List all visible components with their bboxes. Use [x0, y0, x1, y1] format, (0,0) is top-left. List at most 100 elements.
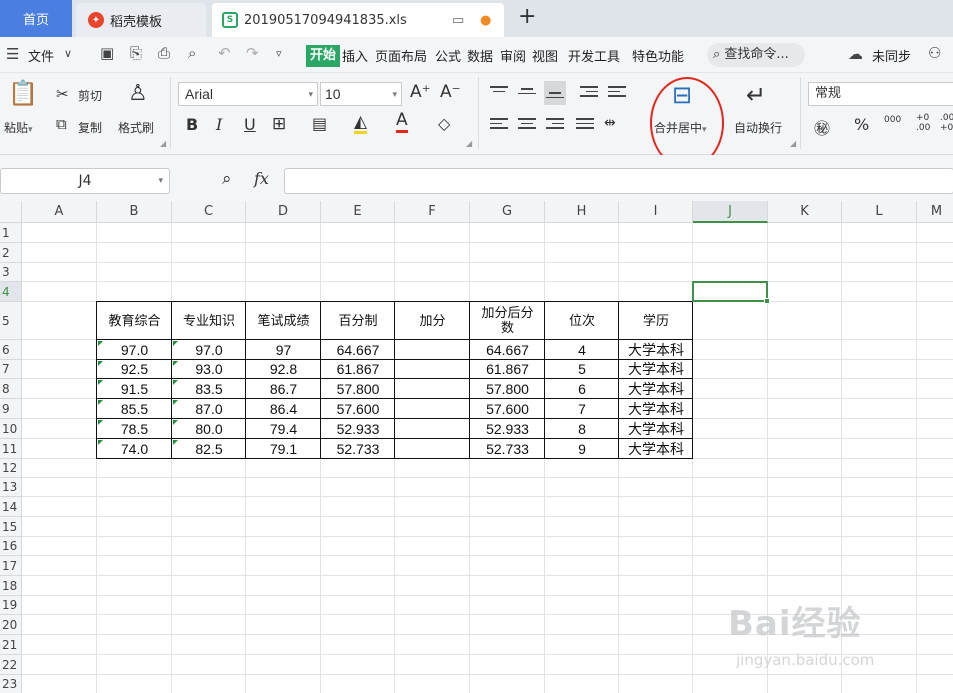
fill-handle[interactable] [764, 298, 770, 304]
table-cell[interactable] [395, 360, 470, 379]
clear-format-icon[interactable]: ◇ [438, 114, 450, 133]
font-color-icon[interactable]: A [396, 111, 408, 133]
share-user-icon[interactable]: ⚇ [928, 44, 941, 62]
tab-docer-template[interactable]: ✦ 稻壳模板 [76, 3, 206, 37]
dialog-launcher-icon[interactable]: ◢ [160, 139, 166, 148]
row-header-13[interactable]: 13 [0, 478, 22, 497]
table-cell[interactable]: 64.667 [321, 340, 395, 360]
table-cell[interactable]: 61.867 [321, 360, 395, 379]
row-header-23[interactable]: 23 [0, 675, 22, 693]
insert-function-button[interactable]: fx [254, 169, 269, 188]
align-center-icon[interactable] [518, 115, 540, 135]
table-cell[interactable]: 64.667 [470, 340, 545, 360]
table-cell[interactable] [395, 340, 470, 360]
italic-icon[interactable]: I [216, 115, 222, 134]
column-header-j[interactable]: J [693, 201, 768, 223]
table-cell[interactable]: 大学本科 [619, 439, 693, 459]
table-cell[interactable]: 92.8 [246, 360, 321, 379]
table-cell[interactable]: 83.5 [172, 379, 246, 399]
currency-icon[interactable]: ㊙ [814, 115, 830, 139]
row-header-5[interactable]: 5 [0, 302, 22, 340]
font-name-select[interactable]: Arial ▾ [178, 82, 318, 106]
table-header-cell[interactable]: 笔试成绩 [246, 302, 321, 340]
search-command-box[interactable]: ⌕ 查找命令... [707, 43, 805, 67]
decrease-decimal-button[interactable]: .00 +0 [940, 113, 953, 133]
table-cell[interactable]: 86.4 [246, 399, 321, 419]
wrap-text-icon[interactable]: ↵ [746, 81, 766, 109]
zoom-lookup-icon[interactable]: ⌕ [222, 169, 232, 189]
column-header-m[interactable]: M [917, 201, 953, 223]
dialog-launcher-icon[interactable]: ◢ [790, 139, 796, 148]
table-cell[interactable]: 82.5 [172, 439, 246, 459]
percent-button[interactable]: % [854, 115, 869, 134]
menu-formulas[interactable]: 公式 [435, 46, 461, 65]
table-header-cell[interactable]: 专业知识 [172, 302, 246, 340]
dialog-launcher-icon[interactable]: ◢ [466, 139, 472, 148]
column-header-f[interactable]: F [395, 201, 470, 223]
copy-icon[interactable]: ⧉ [56, 115, 67, 133]
export-pdf-icon[interactable]: ⎘ [130, 44, 142, 62]
column-header-b[interactable]: B [97, 201, 172, 223]
column-header-e[interactable]: E [321, 201, 395, 223]
table-cell[interactable]: 79.4 [246, 419, 321, 439]
tab-document[interactable]: S 20190517094941835.xls ▭ ● [212, 3, 504, 37]
table-cell[interactable]: 78.5 [97, 419, 172, 439]
unsaved-dot-icon[interactable]: ● [480, 13, 491, 28]
formula-input[interactable] [284, 168, 953, 194]
table-header-cell[interactable]: 百分制 [321, 302, 395, 340]
row-header-17[interactable]: 17 [0, 556, 22, 576]
format-painter-icon[interactable]: ♙ [128, 81, 148, 106]
tab-home[interactable]: 首页 [0, 0, 72, 37]
redo-icon[interactable]: ↷ [246, 44, 259, 62]
menu-file[interactable]: 文件 [28, 46, 54, 65]
increase-decimal-button[interactable]: +0 .00 [916, 113, 938, 133]
undo-icon[interactable]: ↶ [218, 44, 231, 62]
font-size-select[interactable]: 10 ▾ [320, 82, 402, 106]
menu-data[interactable]: 数据 [467, 46, 493, 65]
table-cell[interactable] [395, 419, 470, 439]
new-tab-button[interactable]: + [518, 4, 536, 29]
paste-icon[interactable]: 📋 [8, 79, 38, 107]
table-cell[interactable]: 57.800 [321, 379, 395, 399]
row-header-10[interactable]: 10 [0, 419, 22, 439]
menu-insert[interactable]: 插入 [342, 46, 368, 65]
table-cell[interactable]: 大学本科 [619, 360, 693, 379]
align-top-icon[interactable] [490, 83, 512, 103]
row-header-14[interactable]: 14 [0, 497, 22, 517]
table-cell[interactable]: 57.600 [321, 399, 395, 419]
menu-developer[interactable]: 开发工具 [568, 46, 620, 65]
table-cell[interactable]: 大学本科 [619, 379, 693, 399]
table-header-cell[interactable]: 学历 [619, 302, 693, 340]
column-header-d[interactable]: D [246, 201, 321, 223]
table-cell[interactable]: 86.7 [246, 379, 321, 399]
window-mode-icon[interactable]: ▭ [452, 13, 464, 28]
align-bottom-icon[interactable] [544, 81, 566, 105]
table-cell[interactable]: 8 [545, 419, 619, 439]
menu-special-features[interactable]: 特色功能 [632, 46, 684, 65]
column-header-i[interactable]: I [619, 201, 693, 223]
column-header-a[interactable]: A [22, 201, 97, 223]
menu-home-tab[interactable]: 开始 [306, 45, 341, 67]
table-cell[interactable]: 93.0 [172, 360, 246, 379]
select-all-corner[interactable] [0, 201, 22, 223]
decrease-indent-icon[interactable] [580, 83, 602, 103]
fill-color-icon[interactable]: ◭ [354, 113, 368, 134]
name-box[interactable]: J4 ▾ [0, 168, 170, 194]
cloud-icon[interactable]: ☁ [848, 45, 863, 63]
table-cell[interactable]: 97.0 [172, 340, 246, 360]
thousands-separator-button[interactable]: 000 [884, 115, 901, 125]
column-header-h[interactable]: H [545, 201, 619, 223]
borders-icon[interactable]: ⊞ [272, 114, 286, 134]
row-header-20[interactable]: 20 [0, 615, 22, 635]
bold-icon[interactable]: B [186, 115, 198, 134]
table-cell[interactable] [395, 399, 470, 419]
paste-button[interactable]: 粘贴▾ [4, 119, 33, 136]
cell-fill-style-icon[interactable]: ▤ [312, 114, 327, 133]
cut-button[interactable]: 剪切 [78, 87, 102, 104]
table-header-cell[interactable]: 位次 [545, 302, 619, 340]
decrease-font-icon[interactable]: A⁻ [440, 82, 461, 102]
table-cell[interactable]: 大学本科 [619, 399, 693, 419]
print-icon[interactable]: ⎙ [158, 44, 170, 62]
table-cell[interactable]: 52.933 [470, 419, 545, 439]
column-header-k[interactable]: K [768, 201, 842, 223]
